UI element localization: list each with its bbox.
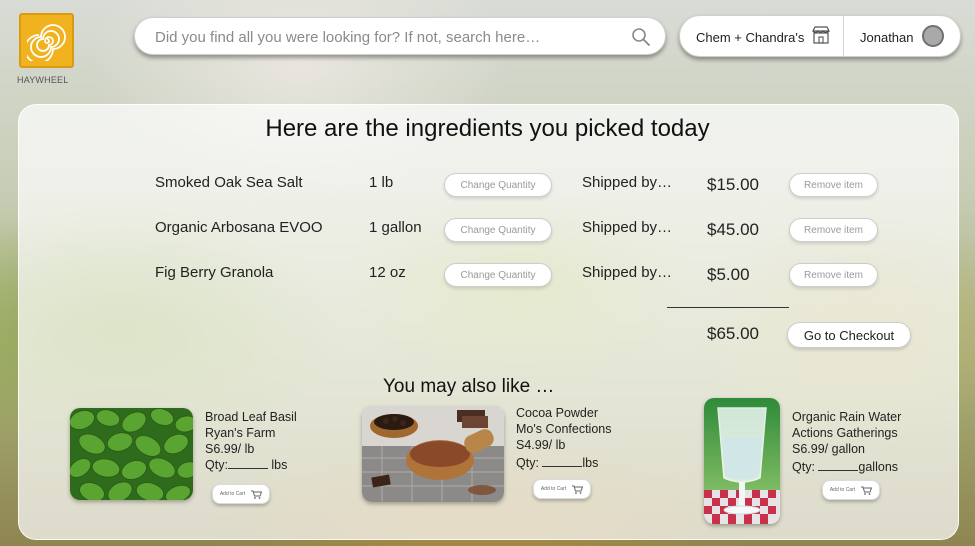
change-quantity-button[interactable]: Change Quantity xyxy=(444,173,552,197)
product-price: S6.99/ lb xyxy=(205,442,255,456)
qty-label: Qty: xyxy=(516,456,539,470)
item-qty: 1 gallon xyxy=(369,219,422,236)
cart-total: $65.00 xyxy=(707,324,759,343)
search-icon[interactable] xyxy=(631,27,651,47)
brand-name: HAYWHEEL xyxy=(17,75,69,85)
product-image-basil[interactable] xyxy=(70,408,193,500)
qty-label: Qty: xyxy=(792,460,815,474)
item-price: $45.00 xyxy=(707,220,759,239)
user-name[interactable]: Jonathan xyxy=(860,30,914,45)
search-bar xyxy=(134,17,666,55)
pill-divider xyxy=(843,16,844,56)
shipped-by: Shipped by… xyxy=(582,174,673,191)
cart-icon xyxy=(861,486,873,495)
product-seller[interactable]: Mo's Confections xyxy=(516,421,611,437)
product-price: S6.99/ gallon xyxy=(792,442,865,456)
remove-item-button[interactable]: Remove item xyxy=(789,173,878,197)
spiral-icon xyxy=(26,23,66,61)
recommendations-title: You may also like … xyxy=(383,376,555,397)
add-to-cart-label: Add to Cart xyxy=(540,486,567,492)
remove-item-button[interactable]: Remove item xyxy=(789,218,878,242)
change-quantity-button[interactable]: Change Quantity xyxy=(444,263,552,287)
add-to-cart-label: Add to Cart xyxy=(219,491,246,497)
item-price: $15.00 xyxy=(707,175,759,194)
avatar[interactable] xyxy=(922,25,944,47)
item-price: $5.00 xyxy=(707,265,750,284)
add-to-cart-label: Add to Cart xyxy=(829,487,856,493)
change-quantity-button[interactable]: Change Quantity xyxy=(444,218,552,242)
product-name: Broad Leaf Basil xyxy=(205,410,297,424)
qty-input[interactable] xyxy=(818,460,859,471)
product-seller[interactable]: Ryan's Farm xyxy=(205,425,297,441)
product-image-water[interactable] xyxy=(704,398,780,524)
cart-icon xyxy=(572,485,584,494)
search-input[interactable] xyxy=(155,27,615,47)
product-seller[interactable]: Actions Gatherings xyxy=(792,425,901,441)
item-qty: 12 oz xyxy=(369,264,406,281)
item-name: Smoked Oak Sea Salt xyxy=(155,174,303,191)
checkout-button[interactable]: Go to Checkout xyxy=(787,322,911,348)
shipped-by: Shipped by… xyxy=(582,264,673,281)
item-name: Organic Arbosana EVOO xyxy=(155,219,323,236)
total-divider xyxy=(667,307,789,308)
qty-unit: lbs xyxy=(271,458,288,472)
product-info: Broad Leaf Basil Ryan's Farm S6.99/ lb Q… xyxy=(205,409,297,473)
product-image-cocoa[interactable] xyxy=(362,406,504,502)
haywheel-logo[interactable] xyxy=(19,13,74,68)
cart-icon xyxy=(251,490,263,499)
product-name: Organic Rain Water xyxy=(792,410,902,424)
product-info: Cocoa Powder Mo's Confections S4.99/ lb … xyxy=(516,405,611,471)
product-price: S4.99/ lb xyxy=(516,438,566,452)
store-user-pill: Chem + Chandra's Jonathan xyxy=(679,15,961,57)
qty-unit: lbs xyxy=(582,456,599,470)
qty-unit: gallons xyxy=(858,460,899,474)
add-to-cart-button[interactable]: Add to Cart xyxy=(212,484,270,504)
add-to-cart-button[interactable]: Add to Cart xyxy=(822,480,880,500)
add-to-cart-button[interactable]: Add to Cart xyxy=(533,479,591,499)
qty-label: Qty: xyxy=(205,458,228,472)
product-info: Organic Rain Water Actions Gatherings S6… xyxy=(792,409,901,475)
item-name: Fig Berry Granola xyxy=(155,264,274,281)
shipped-by: Shipped by… xyxy=(582,219,673,236)
product-name: Cocoa Powder xyxy=(516,406,598,420)
store-name[interactable]: Chem + Chandra's xyxy=(696,30,804,45)
item-qty: 1 lb xyxy=(369,174,394,191)
storefront-icon[interactable] xyxy=(811,25,831,45)
remove-item-button[interactable]: Remove item xyxy=(789,263,878,287)
qty-input[interactable] xyxy=(542,456,583,467)
qty-input[interactable] xyxy=(227,458,268,469)
page-title: Here are the ingredients you picked toda… xyxy=(265,115,710,142)
